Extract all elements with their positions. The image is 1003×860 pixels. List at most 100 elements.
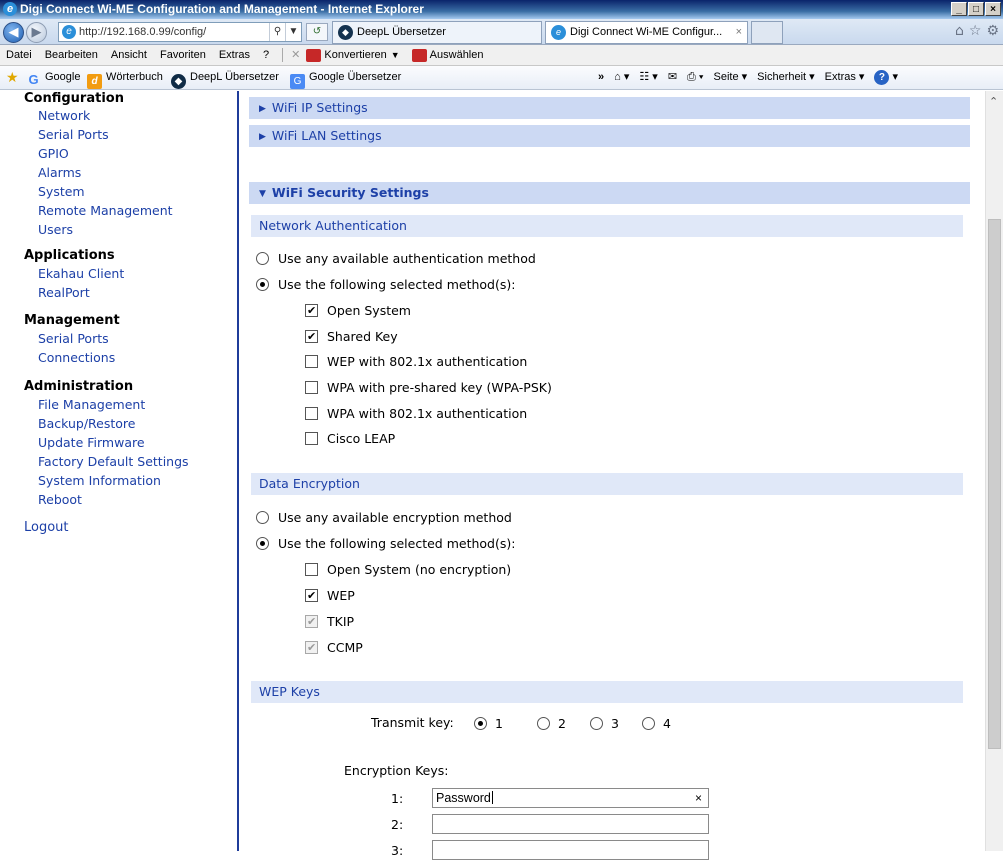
logout-link[interactable]: Logout xyxy=(24,520,69,535)
checkbox[interactable] xyxy=(305,304,318,317)
transmit-key-2[interactable]: 2 xyxy=(537,716,566,731)
menu-seite[interactable]: Seite ▾ xyxy=(714,66,748,89)
fav-deepl[interactable]: ◆ DeepL Übersetzer xyxy=(171,66,279,89)
sidebar-item-system-information[interactable]: System Information xyxy=(38,473,161,488)
sidebar-item-file-management[interactable]: File Management xyxy=(38,397,145,412)
checkbox[interactable] xyxy=(305,355,318,368)
menu-datei[interactable]: Datei xyxy=(6,45,32,65)
help-icon[interactable]: ? xyxy=(874,70,890,85)
sidebar-item-realport[interactable]: RealPort xyxy=(38,285,90,300)
settings-gear-icon[interactable]: ⚙ xyxy=(986,23,999,39)
auth-wpa-8021x[interactable]: WPA with 802.1x authentication xyxy=(305,406,527,421)
sidebar-item-ekahau-client[interactable]: Ekahau Client xyxy=(38,266,124,281)
sidebar-item-management-serial-ports[interactable]: Serial Ports xyxy=(38,331,109,346)
sidebar-item-backup-restore[interactable]: Backup/Restore xyxy=(38,416,135,431)
sidebar-item-users[interactable]: Users xyxy=(38,222,73,237)
rss-feed-icon[interactable]: ☷ ▾ xyxy=(639,66,657,89)
chevron-down-icon[interactable]: ▼ xyxy=(391,45,400,65)
auth-wpa-psk[interactable]: WPA with pre-shared key (WPA-PSK) xyxy=(305,380,552,395)
sidebar-item-network[interactable]: Network xyxy=(38,108,90,123)
radio-button[interactable] xyxy=(256,537,269,550)
menu-bearbeiten[interactable]: Bearbeiten xyxy=(45,45,98,65)
radio-button[interactable] xyxy=(256,252,269,265)
checkbox[interactable] xyxy=(305,563,318,576)
close-tab-icon[interactable]: × xyxy=(736,22,742,43)
home-icon[interactable]: ⌂ ▾ xyxy=(614,66,629,89)
checkbox[interactable] xyxy=(305,381,318,394)
auswaehlen-button[interactable]: Auswählen xyxy=(430,45,484,65)
back-button[interactable]: ◀ xyxy=(3,22,24,43)
fav-google[interactable]: G Google xyxy=(26,66,80,89)
refresh-icon[interactable]: ↺ xyxy=(306,23,328,41)
print-icon[interactable]: ⎙ ▾ xyxy=(687,66,703,89)
close-toolbar-icon[interactable]: ✕ xyxy=(291,45,300,65)
checkbox[interactable] xyxy=(305,432,318,445)
transmit-key-1[interactable]: 1 xyxy=(474,716,503,731)
radio-button[interactable] xyxy=(256,511,269,524)
address-bar[interactable]: e http://192.168.0.99/config/ ⚲ ▼ xyxy=(58,22,302,42)
forward-button[interactable]: ▶ xyxy=(26,22,47,43)
menu-help[interactable]: ? xyxy=(263,45,269,65)
tab-deepl[interactable]: ◆ DeepL Übersetzer xyxy=(332,21,542,44)
menu-favoriten[interactable]: Favoriten xyxy=(160,45,206,65)
address-dropdown-icon[interactable]: ▼ xyxy=(285,23,301,41)
auth-radio-selected[interactable]: Use the following selected method(s): xyxy=(256,277,515,292)
fav-google-uebersetzer[interactable]: G Google Übersetzer xyxy=(290,66,401,89)
sidebar-item-factory-default-settings[interactable]: Factory Default Settings xyxy=(38,454,189,469)
auth-radio-any[interactable]: Use any available authentication method xyxy=(256,251,536,266)
sidebar-item-serial-ports[interactable]: Serial Ports xyxy=(38,127,109,142)
chevron-more-icon[interactable]: » xyxy=(598,66,604,89)
radio-button[interactable] xyxy=(537,717,550,730)
minimize-button[interactable]: _ xyxy=(951,2,967,16)
encryption-key-1-input[interactable]: Password × xyxy=(432,788,709,808)
new-tab-button[interactable] xyxy=(751,21,783,44)
checkbox[interactable] xyxy=(305,407,318,420)
encryption-wep[interactable]: WEP xyxy=(305,588,355,603)
sidebar-item-connections[interactable]: Connections xyxy=(38,350,115,365)
encryption-key-3-input[interactable] xyxy=(432,840,709,860)
accordion-wifi-security-settings[interactable]: ▼ WiFi Security Settings xyxy=(249,182,970,204)
encryption-open-system[interactable]: Open System (no encryption) xyxy=(305,562,511,577)
radio-button[interactable] xyxy=(590,717,603,730)
checkbox[interactable] xyxy=(305,589,318,602)
sidebar-item-update-firmware[interactable]: Update Firmware xyxy=(38,435,145,450)
add-favorites-icon[interactable]: ★ xyxy=(6,66,19,91)
transmit-key-3[interactable]: 3 xyxy=(590,716,619,731)
menu-ansicht[interactable]: Ansicht xyxy=(111,45,147,65)
auth-cisco-leap[interactable]: Cisco LEAP xyxy=(305,431,395,446)
accordion-wifi-ip-settings[interactable]: ▶ WiFi IP Settings xyxy=(249,97,970,119)
menu-extras[interactable]: Extras xyxy=(219,45,250,65)
menu-sicherheit[interactable]: Sicherheit ▾ xyxy=(757,66,815,89)
checkbox[interactable] xyxy=(305,330,318,343)
auth-shared-key[interactable]: Shared Key xyxy=(305,329,398,344)
sidebar-item-gpio[interactable]: GPIO xyxy=(38,146,69,161)
radio-button[interactable] xyxy=(256,278,269,291)
close-window-button[interactable]: × xyxy=(985,2,1001,16)
maximize-button[interactable]: □ xyxy=(968,2,984,16)
search-icon[interactable]: ⚲ xyxy=(269,23,285,41)
auth-wep-8021x[interactable]: WEP with 802.1x authentication xyxy=(305,354,527,369)
scroll-up-icon[interactable]: ⌃ xyxy=(989,95,998,108)
sidebar-item-reboot[interactable]: Reboot xyxy=(38,492,82,507)
vertical-scrollbar[interactable]: ⌃ xyxy=(985,91,1003,851)
sidebar-item-remote-management[interactable]: Remote Management xyxy=(38,203,173,218)
mail-icon[interactable]: ✉ xyxy=(668,66,677,89)
transmit-key-4[interactable]: 4 xyxy=(642,716,671,731)
auth-open-system[interactable]: Open System xyxy=(305,303,411,318)
konvertieren-button[interactable]: Konvertieren xyxy=(324,45,386,65)
radio-button[interactable] xyxy=(642,717,655,730)
home-icon[interactable]: ⌂ xyxy=(955,23,964,39)
scrollbar-thumb[interactable] xyxy=(988,219,1001,749)
encryption-radio-any[interactable]: Use any available encryption method xyxy=(256,510,512,525)
sidebar-item-alarms[interactable]: Alarms xyxy=(38,165,81,180)
favorites-star-icon[interactable]: ☆ xyxy=(969,23,982,39)
menu-extras-cmd[interactable]: Extras ▾ xyxy=(825,66,865,89)
encryption-radio-selected[interactable]: Use the following selected method(s): xyxy=(256,536,515,551)
sidebar-item-system[interactable]: System xyxy=(38,184,85,199)
radio-button[interactable] xyxy=(474,717,487,730)
accordion-wifi-lan-settings[interactable]: ▶ WiFi LAN Settings xyxy=(249,125,970,147)
fav-woerterbuch[interactable]: d Wörterbuch xyxy=(87,66,163,89)
tab-digi-connect[interactable]: e Digi Connect Wi-ME Configur... × xyxy=(545,21,748,44)
clear-input-icon[interactable]: × xyxy=(695,789,702,807)
encryption-key-2-input[interactable] xyxy=(432,814,709,834)
